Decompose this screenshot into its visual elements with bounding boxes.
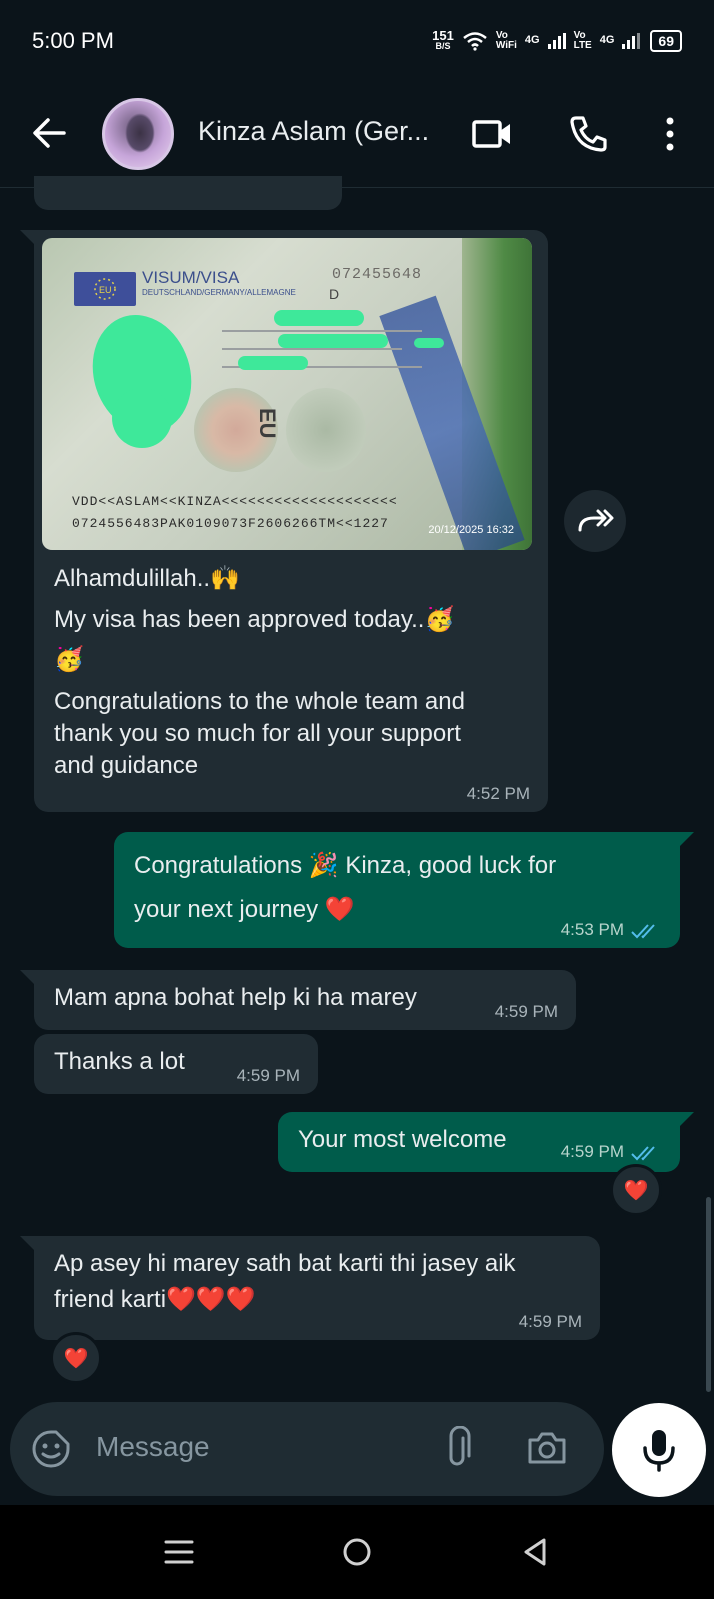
camera-timestamp: 20/12/2025 16:32 bbox=[428, 524, 514, 536]
avatar[interactable] bbox=[102, 98, 174, 170]
redaction-mark bbox=[112, 388, 172, 448]
volte-bottom: LTE bbox=[573, 40, 592, 51]
sticker-icon[interactable] bbox=[30, 1428, 72, 1470]
more-options-icon[interactable] bbox=[648, 112, 692, 156]
contact-name[interactable]: Kinza Aslam (Ger... bbox=[198, 116, 429, 147]
vowifi-bottom: WiFi bbox=[495, 40, 517, 51]
message-bubble-outgoing[interactable]: Your most welcome 4:59 PM bbox=[278, 1112, 694, 1172]
message-text: Congratulations 🎉 Kinza, good luck for bbox=[134, 852, 557, 879]
message-text: and guidance bbox=[54, 752, 199, 779]
back-arrow-icon[interactable] bbox=[28, 112, 70, 154]
forward-button[interactable] bbox=[564, 490, 626, 552]
eu-flag-icon: EU bbox=[74, 272, 136, 306]
visa-number: 072455648 bbox=[332, 266, 423, 283]
message-text: Alhamdulillah..🙌 bbox=[54, 565, 240, 592]
scrollbar[interactable] bbox=[706, 1197, 711, 1392]
visa-type: D bbox=[329, 286, 340, 302]
message-text: friend karti❤️❤️❤️ bbox=[54, 1286, 256, 1313]
message-bubble-incoming[interactable]: Mam apna bohat help ki ha marey 4:59 PM bbox=[20, 970, 576, 1030]
visa-subtitle: DEUTSCHLAND/GERMANY/ALLEMAGNE bbox=[142, 288, 296, 297]
status-time: 5:00 PM bbox=[32, 28, 114, 53]
eu-mark: EU bbox=[99, 285, 112, 295]
redaction-mark bbox=[278, 334, 388, 348]
back-nav-icon[interactable] bbox=[518, 1535, 552, 1569]
message-bubble-incoming[interactable]: Ap asey hi marey sath bat karti thi jase… bbox=[20, 1236, 600, 1340]
message-time: 4:59 PM bbox=[560, 1142, 624, 1161]
visa-watermark bbox=[286, 388, 366, 472]
microphone-icon bbox=[643, 1430, 675, 1472]
visa-eu-vertical: EU bbox=[255, 408, 280, 439]
home-icon[interactable] bbox=[340, 1535, 374, 1569]
message-bubble-outgoing[interactable]: Congratulations 🎉 Kinza, good luck for y… bbox=[114, 832, 694, 948]
message-text: Ap asey hi marey sath bat karti thi jase… bbox=[54, 1250, 516, 1277]
message-time: 4:52 PM bbox=[466, 784, 530, 803]
status-bar: 5:00 PM 151 B/S Vo WiFi 4G Vo LTE 4G 69 bbox=[0, 0, 714, 82]
message-text: Mam apna bohat help ki ha marey bbox=[54, 984, 417, 1011]
message-text: Your most welcome bbox=[298, 1126, 507, 1153]
message-text: My visa has been approved today..🥳 bbox=[54, 606, 455, 633]
read-receipt-icon bbox=[631, 924, 655, 939]
wifi-icon bbox=[463, 32, 487, 51]
signal-icon bbox=[547, 33, 566, 49]
reaction-badge[interactable]: ❤️ bbox=[610, 1164, 662, 1216]
network-speed-unit: B/S bbox=[435, 41, 451, 51]
heart-icon: ❤️ bbox=[623, 1179, 649, 1202]
visa-mrz-line-2: 0724556483PAK0109073F2606266TM<<1227 bbox=[72, 516, 389, 531]
message-text: Thanks a lot bbox=[54, 1048, 185, 1075]
voice-call-icon[interactable] bbox=[566, 112, 610, 156]
system-nav-bar bbox=[0, 1505, 714, 1599]
vowifi-indicator: Vo WiFi bbox=[496, 31, 517, 51]
chat-header: Kinza Aslam (Ger... bbox=[0, 82, 714, 188]
message-time: 4:59 PM bbox=[236, 1066, 300, 1085]
message-text: your next journey ❤️ bbox=[134, 896, 355, 923]
sim1-network-type: 4G bbox=[524, 34, 540, 46]
message-input[interactable]: Message bbox=[96, 1431, 210, 1463]
message-text: thank you so much for all your support bbox=[54, 720, 461, 747]
message-bubble-partial[interactable] bbox=[34, 176, 342, 210]
message-time: 4:59 PM bbox=[518, 1312, 582, 1331]
redaction-mark bbox=[274, 310, 364, 326]
visa-title: VISUM/VISA bbox=[142, 268, 240, 287]
reaction-badge[interactable]: ❤️ bbox=[50, 1332, 102, 1384]
status-icons: 151 B/S Vo WiFi 4G Vo LTE 4G 69 bbox=[432, 28, 682, 52]
heart-icon: ❤️ bbox=[63, 1347, 89, 1370]
forward-icon bbox=[578, 509, 614, 532]
video-call-icon[interactable] bbox=[470, 112, 514, 156]
visa-mrz-line-1: VDD<<ASLAM<<KINZA<<<<<<<<<<<<<<<<<<<< bbox=[72, 494, 398, 509]
recent-apps-icon[interactable] bbox=[162, 1535, 196, 1569]
sim2-network-type: 4G bbox=[599, 34, 615, 46]
network-speed-value: 151 bbox=[432, 28, 454, 43]
message-text: Congratulations to the whole team and bbox=[54, 688, 465, 715]
signal-icon bbox=[622, 33, 641, 49]
camera-icon[interactable] bbox=[526, 1428, 568, 1468]
redaction-mark bbox=[238, 356, 308, 370]
message-composer: Message bbox=[10, 1402, 604, 1496]
message-bubble-incoming[interactable]: Thanks a lot 4:59 PM bbox=[34, 1034, 318, 1094]
voice-record-button[interactable] bbox=[612, 1403, 706, 1497]
visa-image[interactable]: EU VISUM/VISA DEUTSCHLAND/GERMANY/ALLEMA… bbox=[42, 238, 532, 550]
read-receipt-icon bbox=[631, 1146, 655, 1161]
network-speed: 151 B/S bbox=[432, 28, 454, 52]
redaction-mark bbox=[414, 338, 444, 348]
message-time: 4:53 PM bbox=[560, 920, 624, 939]
volte-indicator: Vo LTE bbox=[574, 31, 592, 51]
message-text: 🥳 bbox=[54, 646, 84, 673]
battery-icon: 69 bbox=[650, 30, 682, 52]
message-bubble-incoming[interactable]: EU VISUM/VISA DEUTSCHLAND/GERMANY/ALLEMA… bbox=[20, 230, 548, 812]
attach-icon[interactable] bbox=[442, 1426, 472, 1472]
message-time: 4:59 PM bbox=[494, 1002, 558, 1021]
